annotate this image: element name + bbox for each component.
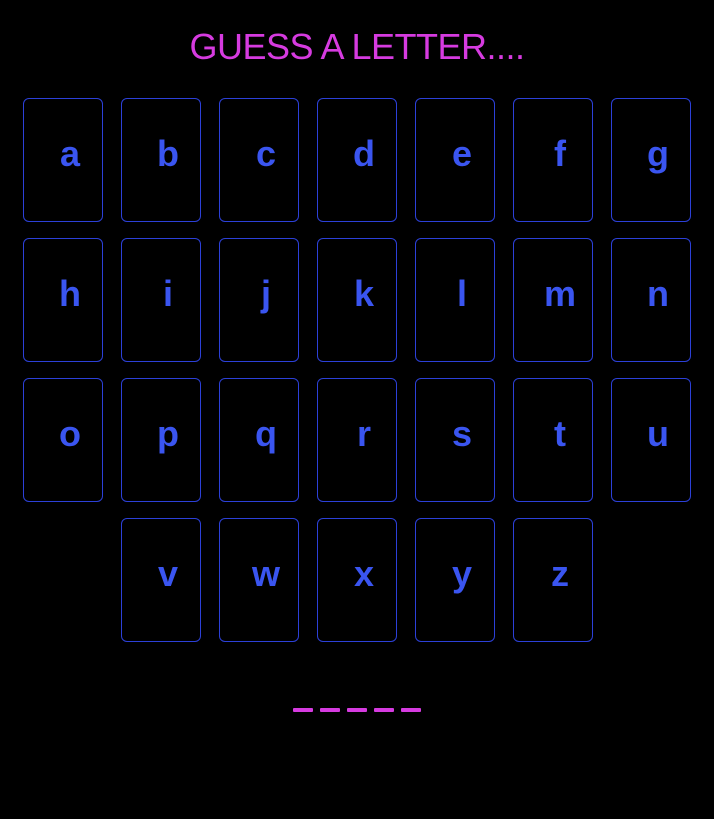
keyboard-row-1: a b c d e f g <box>22 98 692 222</box>
letter-key-label: l <box>456 273 467 314</box>
letter-key-label: w <box>251 553 280 594</box>
letter-key-label: k <box>353 273 375 314</box>
letter-key-m[interactable]: m <box>513 238 593 362</box>
letter-key-a[interactable]: a <box>23 98 103 222</box>
letter-key-label: j <box>260 273 271 314</box>
letter-key-label: o <box>59 413 81 454</box>
letter-keyboard: a b c d e f g h i j k l m n o p q r s t … <box>22 98 692 658</box>
letter-key-e[interactable]: e <box>415 98 495 222</box>
letter-key-label: i <box>162 273 173 314</box>
letter-key-label: s <box>451 413 473 454</box>
hidden-word-slots <box>0 708 714 712</box>
letter-key-label: a <box>59 133 81 174</box>
letter-key-label: p <box>157 413 179 454</box>
letter-key-label: u <box>647 413 669 454</box>
letter-key-label: b <box>157 133 179 174</box>
letter-key-o[interactable]: o <box>23 378 103 502</box>
letter-key-n[interactable]: n <box>611 238 691 362</box>
keyboard-row-2: h i j k l m n <box>22 238 692 362</box>
letter-key-label: t <box>554 413 566 454</box>
letter-key-label: e <box>451 133 473 174</box>
letter-key-y[interactable]: y <box>415 518 495 642</box>
letter-key-d[interactable]: d <box>317 98 397 222</box>
keyboard-row-4: v w x y z <box>22 518 692 642</box>
letter-key-v[interactable]: v <box>121 518 201 642</box>
letter-slot <box>320 708 340 712</box>
letter-key-i[interactable]: i <box>121 238 201 362</box>
letter-key-t[interactable]: t <box>513 378 593 502</box>
letter-key-label: c <box>255 133 277 174</box>
letter-key-label: r <box>356 413 371 454</box>
letter-key-u[interactable]: u <box>611 378 691 502</box>
letter-slot <box>401 708 421 712</box>
letter-key-w[interactable]: w <box>219 518 299 642</box>
letter-key-label: f <box>554 133 566 174</box>
letter-key-s[interactable]: s <box>415 378 495 502</box>
letter-key-label: z <box>551 553 569 594</box>
letter-slot <box>347 708 367 712</box>
letter-key-label: g <box>647 133 669 174</box>
guess-prompt: GUESS A LETTER.... <box>189 26 525 67</box>
letter-key-r[interactable]: r <box>317 378 397 502</box>
letter-key-l[interactable]: l <box>415 238 495 362</box>
letter-key-label: y <box>451 553 473 594</box>
letter-key-z[interactable]: z <box>513 518 593 642</box>
letter-key-x[interactable]: x <box>317 518 397 642</box>
letter-key-label: v <box>157 553 179 594</box>
letter-key-label: n <box>647 273 669 314</box>
letter-key-g[interactable]: g <box>611 98 691 222</box>
letter-key-k[interactable]: k <box>317 238 397 362</box>
keyboard-row-3: o p q r s t u <box>22 378 692 502</box>
letter-key-label: m <box>543 273 576 314</box>
letter-key-p[interactable]: p <box>121 378 201 502</box>
letter-key-h[interactable]: h <box>23 238 103 362</box>
letter-slot <box>293 708 313 712</box>
letter-key-f[interactable]: f <box>513 98 593 222</box>
letter-key-label: d <box>353 133 375 174</box>
letter-key-label: q <box>255 413 277 454</box>
letter-slot <box>374 708 394 712</box>
letter-key-label: x <box>353 553 375 594</box>
letter-key-b[interactable]: b <box>121 98 201 222</box>
letter-key-q[interactable]: q <box>219 378 299 502</box>
letter-key-c[interactable]: c <box>219 98 299 222</box>
letter-key-j[interactable]: j <box>219 238 299 362</box>
letter-key-label: h <box>59 273 81 314</box>
